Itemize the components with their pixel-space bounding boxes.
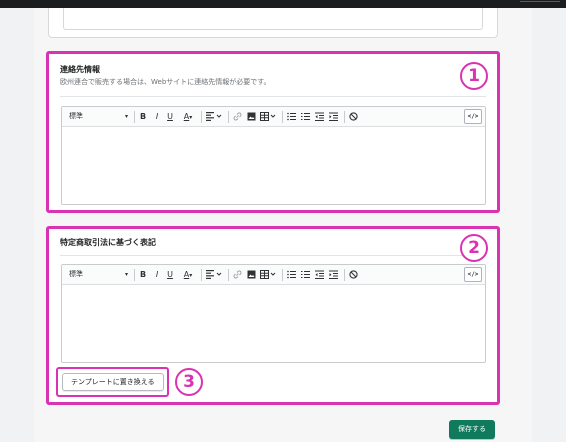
legal-rich-text-editor: 標準 ▾ B I U A▾ </> [61,264,486,363]
image-button[interactable] [246,110,257,123]
italic-button[interactable]: I [152,110,162,123]
browser-top-bar [0,0,566,8]
clear-format-icon [349,270,358,279]
contact-info-description: 欧州連合で販売する場合は、Webサイトに連絡先情報が必要です。 [60,78,271,86]
clear-format-button[interactable] [348,268,359,281]
bold-button[interactable]: B [138,110,148,123]
code-view-button[interactable]: </> [464,109,482,124]
code-view-button[interactable]: </> [464,267,482,282]
image-icon [247,112,256,121]
contact-editor-toolbar: 標準 ▾ B I U A▾ </> [62,107,485,127]
table-icon [260,112,276,121]
contact-editor-area[interactable] [62,128,485,204]
contact-info-title: 連絡先情報 [60,65,100,74]
outdent-icon [315,270,324,279]
marker-1: 1 [460,62,488,90]
outdent-button[interactable] [314,110,325,123]
contact-divider [60,96,486,97]
clear-format-icon [349,112,358,121]
outdent-button[interactable] [314,268,325,281]
numbered-list-icon [301,113,310,120]
indent-icon [329,270,338,279]
underline-button[interactable]: U [165,110,175,123]
link-button[interactable] [232,110,243,123]
align-button[interactable] [205,110,223,123]
marker-3: 3 [175,368,203,396]
numbered-list-button[interactable] [300,110,311,123]
text-color-button[interactable]: A▾ [179,110,197,123]
chevron-down-icon: ▾ [124,113,128,120]
indent-icon [329,112,338,121]
bullet-list-button[interactable] [286,110,297,123]
bold-button[interactable]: B [138,268,148,281]
table-icon [260,270,276,279]
chevron-down-icon: ▾ [124,271,128,278]
align-left-icon [206,270,222,279]
underline-button[interactable]: U [165,268,175,281]
indent-button[interactable] [328,268,339,281]
format-select-label: 標準 [69,270,83,278]
numbered-list-icon [301,271,310,278]
numbered-list-button[interactable] [300,268,311,281]
align-button[interactable] [205,268,223,281]
format-select[interactable]: 標準 ▾ [66,110,130,123]
bullet-list-button[interactable] [286,268,297,281]
replace-with-template-button[interactable]: テンプレートに置き換える [62,373,164,391]
legal-divider [60,255,486,256]
previous-card [48,8,498,38]
legal-notice-title: 特定商取引法に基づく表記 [60,238,156,247]
italic-button[interactable]: I [152,268,162,281]
format-select[interactable]: 標準 ▾ [66,268,130,281]
clear-format-button[interactable] [348,110,359,123]
indent-button[interactable] [328,110,339,123]
link-button[interactable] [232,268,243,281]
table-button[interactable] [259,268,277,281]
text-color-button[interactable]: A▾ [179,268,197,281]
marker-2: 2 [460,234,488,262]
image-button[interactable] [246,268,257,281]
format-select-label: 標準 [69,112,83,120]
link-icon [233,112,242,121]
table-button[interactable] [259,110,277,123]
save-button[interactable]: 保存する [449,420,495,439]
image-icon [247,270,256,279]
bullet-list-icon [287,270,296,279]
previous-text-field[interactable] [63,8,483,30]
align-left-icon [206,112,222,121]
contact-rich-text-editor: 標準 ▾ B I U A▾ </> [61,106,486,205]
legal-editor-toolbar: 標準 ▾ B I U A▾ </> [62,265,485,285]
bullet-list-icon [287,112,296,121]
outdent-icon [315,112,324,121]
legal-editor-area[interactable] [62,286,485,362]
link-icon [233,270,242,279]
